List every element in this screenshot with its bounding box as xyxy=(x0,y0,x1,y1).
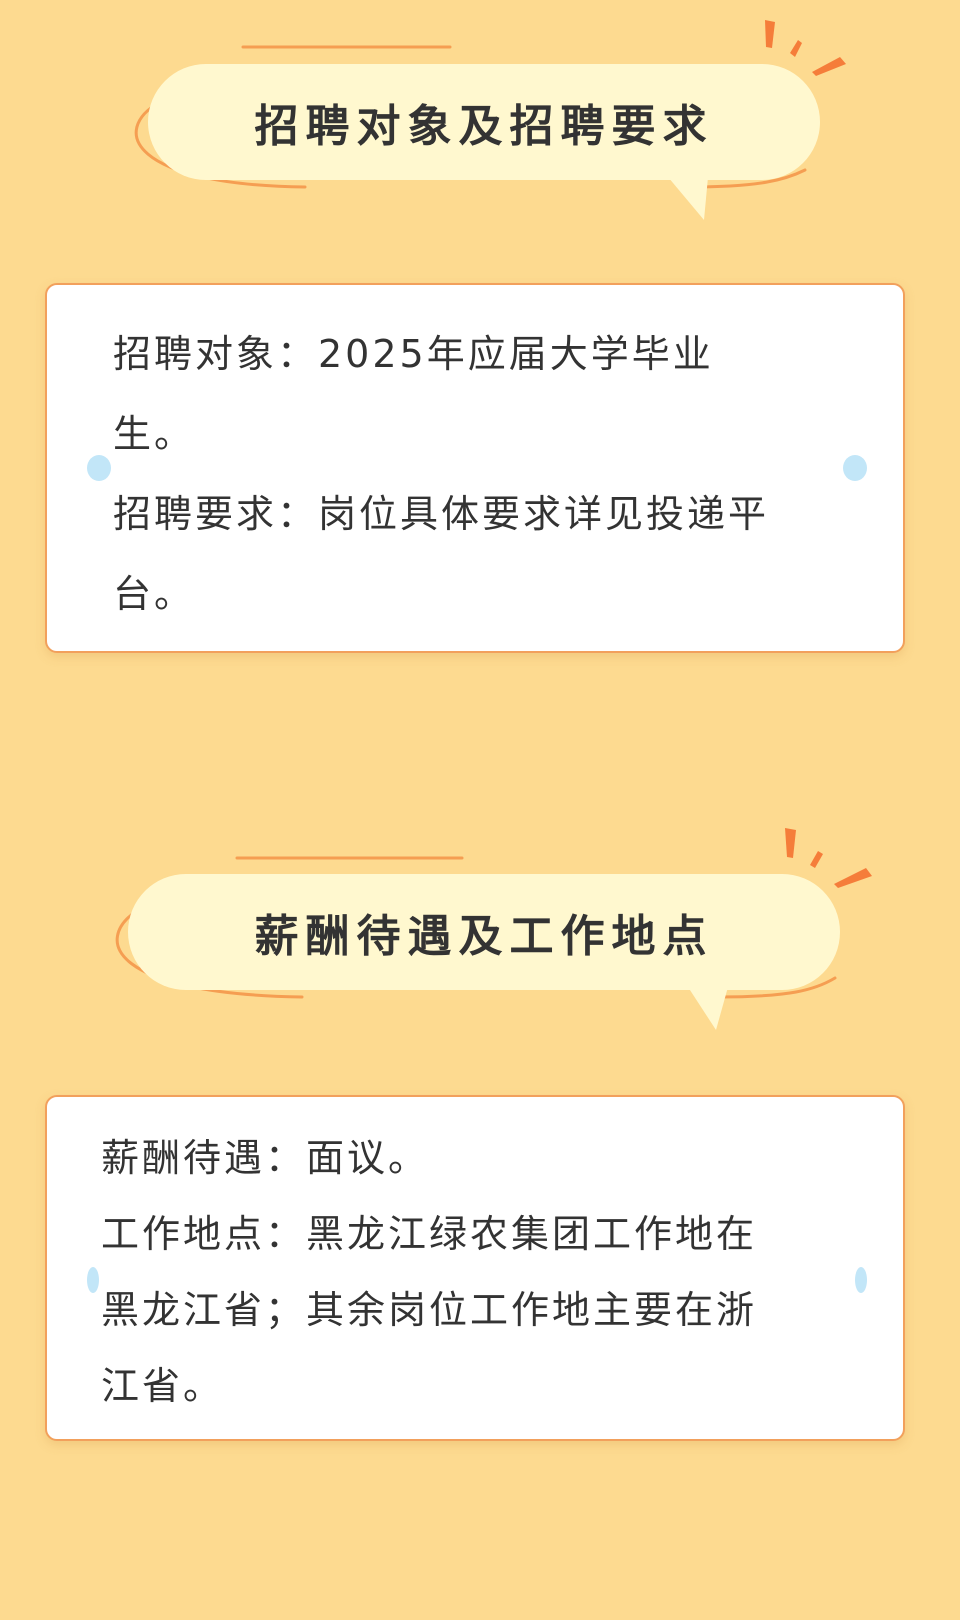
card-line: 招聘要求：岗位具体要求详见投递平 xyxy=(113,492,770,536)
section-title: 薪酬待遇及工作地点 xyxy=(254,911,714,962)
title-bubble: 薪酬待遇及工作地点 xyxy=(128,874,840,990)
card-line: 招聘对象：2025年应届大学毕业 xyxy=(113,332,714,376)
card-line: 黑龙江省；其余岗位工作地主要在浙 xyxy=(101,1288,758,1332)
card-line: 台。 xyxy=(113,572,196,616)
title-bubble: 招聘对象及招聘要求 xyxy=(148,64,820,180)
section-header: 薪酬待遇及工作地点 xyxy=(0,810,960,1040)
decorative-dot-right xyxy=(843,455,867,481)
card-line: 生。 xyxy=(113,412,196,456)
info-card: 薪酬待遇：面议。 工作地点：黑龙江绿农集团工作地在 黑龙江省；其余岗位工作地主要… xyxy=(45,1095,905,1441)
card-line: 江省。 xyxy=(101,1364,225,1408)
card-line: 工作地点：黑龙江绿农集团工作地在 xyxy=(101,1212,758,1256)
info-card: 招聘对象：2025年应届大学毕业 生。 招聘要求：岗位具体要求详见投递平 台。 xyxy=(45,283,905,653)
section-title: 招聘对象及招聘要求 xyxy=(254,101,714,152)
card-line: 薪酬待遇：面议。 xyxy=(101,1136,430,1180)
decorative-dot-right xyxy=(855,1267,867,1293)
decorative-dot-left xyxy=(87,1267,99,1293)
decorative-dot-left xyxy=(87,455,111,481)
section-header: 招聘对象及招聘要求 xyxy=(0,0,960,230)
